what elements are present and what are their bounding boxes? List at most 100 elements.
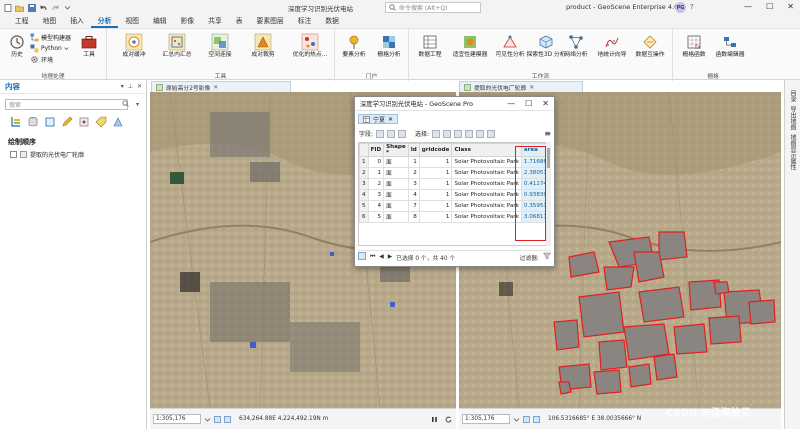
chevron-down-icon[interactable] xyxy=(513,416,520,423)
cell-fid[interactable]: 2 xyxy=(367,178,385,190)
history-button[interactable]: 历史 xyxy=(0,33,34,59)
scrollbar-thumb[interactable] xyxy=(547,148,550,168)
cell-shape[interactable]: 面 xyxy=(383,189,409,201)
first-record-icon[interactable]: ⏮ xyxy=(370,254,375,261)
cell-id[interactable]: 2 xyxy=(407,167,420,179)
chevron-down-icon[interactable] xyxy=(63,3,72,12)
table-row[interactable]: 4 3 面 4 1 Solar Photovoltaic Park 0.938396 xyxy=(359,189,550,201)
layer-item[interactable]: 提取的光伏电厂轮廓 xyxy=(10,150,84,159)
cell-fid[interactable]: 1 xyxy=(367,167,385,179)
search-options-icon[interactable]: ▾ xyxy=(136,101,139,108)
tab-0[interactable]: 工程 xyxy=(8,15,36,28)
close-icon[interactable]: ✕ xyxy=(529,84,534,91)
new-project-icon[interactable] xyxy=(3,3,12,12)
raster-analysis-button[interactable]: 栅格分析 xyxy=(372,33,406,59)
chevron-down-icon[interactable]: ▾ xyxy=(121,83,124,90)
cell-fid[interactable]: 3 xyxy=(367,189,385,201)
calculate-field-icon[interactable] xyxy=(398,129,407,138)
side-tab-export-map[interactable]: 导出地图 xyxy=(788,106,797,130)
list-by-selection-icon[interactable] xyxy=(44,116,56,128)
table-scrollbar[interactable] xyxy=(546,142,551,246)
tool-optimized-hotspot[interactable]: 优化的热点... xyxy=(290,33,330,59)
table-row[interactable]: 1 0 面 1 1 Solar Photovoltaic Park 1.716864 xyxy=(359,156,550,168)
side-tab-map-properties[interactable]: 地图显示属性 xyxy=(788,134,797,170)
maximize-button[interactable]: ☐ xyxy=(766,2,773,11)
cell-cls[interactable]: Solar Photovoltaic Park xyxy=(451,156,522,168)
cell-cls[interactable]: Solar Photovoltaic Park xyxy=(451,167,522,179)
close-button[interactable]: ✕ xyxy=(542,99,549,108)
column-header[interactable]: gridcode xyxy=(418,143,453,157)
function-editor-button[interactable]: 函数编辑器 xyxy=(713,33,747,59)
column-header[interactable]: FID xyxy=(367,143,385,157)
tab-11[interactable]: 数据 xyxy=(318,15,346,28)
fixed-zoom-icon[interactable] xyxy=(224,415,231,423)
select-by-attributes-icon[interactable] xyxy=(432,129,441,138)
refresh-icon[interactable] xyxy=(445,416,452,423)
table-row[interactable]: 3 2 面 3 1 Solar Photovoltaic Park 0.412745 xyxy=(359,178,550,190)
avatar[interactable]: PG xyxy=(675,2,686,13)
model-builder-button[interactable]: 模型构建器 xyxy=(30,33,71,42)
grid-icon[interactable] xyxy=(523,415,530,423)
tab-original-imagery[interactable]: 原始高分2号影像 ✕ xyxy=(151,81,291,92)
tool-pairwise-clip[interactable]: 成对裁剪 xyxy=(246,33,280,59)
cell-cls[interactable]: Solar Photovoltaic Park xyxy=(451,211,522,223)
cell-grid[interactable]: 1 xyxy=(418,189,453,201)
close-icon[interactable]: ✕ xyxy=(213,84,218,91)
cell-n[interactable]: 4 xyxy=(359,189,369,201)
table-view-icon[interactable] xyxy=(358,252,366,262)
close-button[interactable]: ✕ xyxy=(787,2,794,11)
cell-shape[interactable]: 面 xyxy=(383,178,409,190)
scale-selector[interactable]: 1:305,176 xyxy=(153,414,201,424)
cell-cls[interactable]: Solar Photovoltaic Park xyxy=(451,189,522,201)
next-record-icon[interactable]: ▶ xyxy=(388,254,392,260)
cell-cls[interactable]: Solar Photovoltaic Park xyxy=(451,200,522,212)
network-analysis-button[interactable]: 网络分析 xyxy=(559,33,593,59)
raster-functions-button[interactable]: fx 栅格函数 xyxy=(677,33,711,59)
menu-icon[interactable]: ≡ xyxy=(544,129,551,138)
list-by-editing-icon[interactable] xyxy=(61,116,73,128)
python-button[interactable]: Python xyxy=(30,44,69,53)
tab-4[interactable]: 视图 xyxy=(118,15,146,28)
tab-9[interactable]: 要素图层 xyxy=(250,15,291,28)
minimize-button[interactable]: — xyxy=(507,99,515,108)
tool-pairwise-buffer[interactable]: 成对缓冲 xyxy=(117,33,151,59)
cell-grid[interactable]: 1 xyxy=(418,211,453,223)
data-interop-button[interactable]: 数据互操作 xyxy=(633,33,667,59)
fixed-zoom-icon[interactable] xyxy=(533,415,540,423)
pin-icon[interactable]: ⊥ xyxy=(128,83,133,90)
undo-icon[interactable] xyxy=(39,3,48,12)
tool-spatial-join[interactable]: 空间连接 xyxy=(203,33,237,59)
delete-selection-icon[interactable] xyxy=(476,129,485,138)
suitability-modeler-button[interactable]: 适宜性建模器 xyxy=(451,33,489,59)
cell-grid[interactable]: 1 xyxy=(418,178,453,190)
tab-extracted-outline[interactable]: 提取的光伏电厂轮廓 ✕ xyxy=(459,81,583,92)
list-by-source-icon[interactable] xyxy=(27,116,39,128)
column-header[interactable]: Shape * xyxy=(383,143,409,157)
list-by-snapping-icon[interactable] xyxy=(78,116,90,128)
grid-icon[interactable] xyxy=(214,415,221,423)
filter-icon[interactable] xyxy=(543,252,551,262)
cell-id[interactable]: 3 xyxy=(407,178,420,190)
cell-fid[interactable]: 4 xyxy=(367,200,385,212)
cell-shape[interactable]: 面 xyxy=(383,156,409,168)
tab-7[interactable]: 共享 xyxy=(201,15,229,28)
tab-1[interactable]: 地图 xyxy=(36,15,64,28)
cell-grid[interactable]: 1 xyxy=(418,200,453,212)
cell-fid[interactable]: 5 xyxy=(367,211,385,223)
add-field-icon[interactable] xyxy=(376,129,385,138)
column-header[interactable]: Id xyxy=(407,143,420,157)
cell-n[interactable]: 2 xyxy=(359,167,369,179)
visibility-button[interactable]: 可见性分析 xyxy=(493,33,527,59)
cell-n[interactable]: 6 xyxy=(359,211,369,223)
list-by-labeling-icon[interactable] xyxy=(95,116,107,128)
tool-summarize-within[interactable]: 汇总内汇总 xyxy=(160,33,194,59)
close-icon[interactable]: ✕ xyxy=(137,83,142,90)
redo-icon[interactable] xyxy=(51,3,60,12)
field-view-icon[interactable] xyxy=(387,129,396,138)
minimize-button[interactable]: — xyxy=(744,2,752,11)
help-button[interactable]: ? xyxy=(690,3,694,11)
scale-selector[interactable]: 1:305,176 xyxy=(462,414,510,424)
previous-record-icon[interactable]: ◀ xyxy=(379,254,383,260)
cell-id[interactable]: 1 xyxy=(407,156,420,168)
maximize-button[interactable]: ☐ xyxy=(525,99,532,108)
